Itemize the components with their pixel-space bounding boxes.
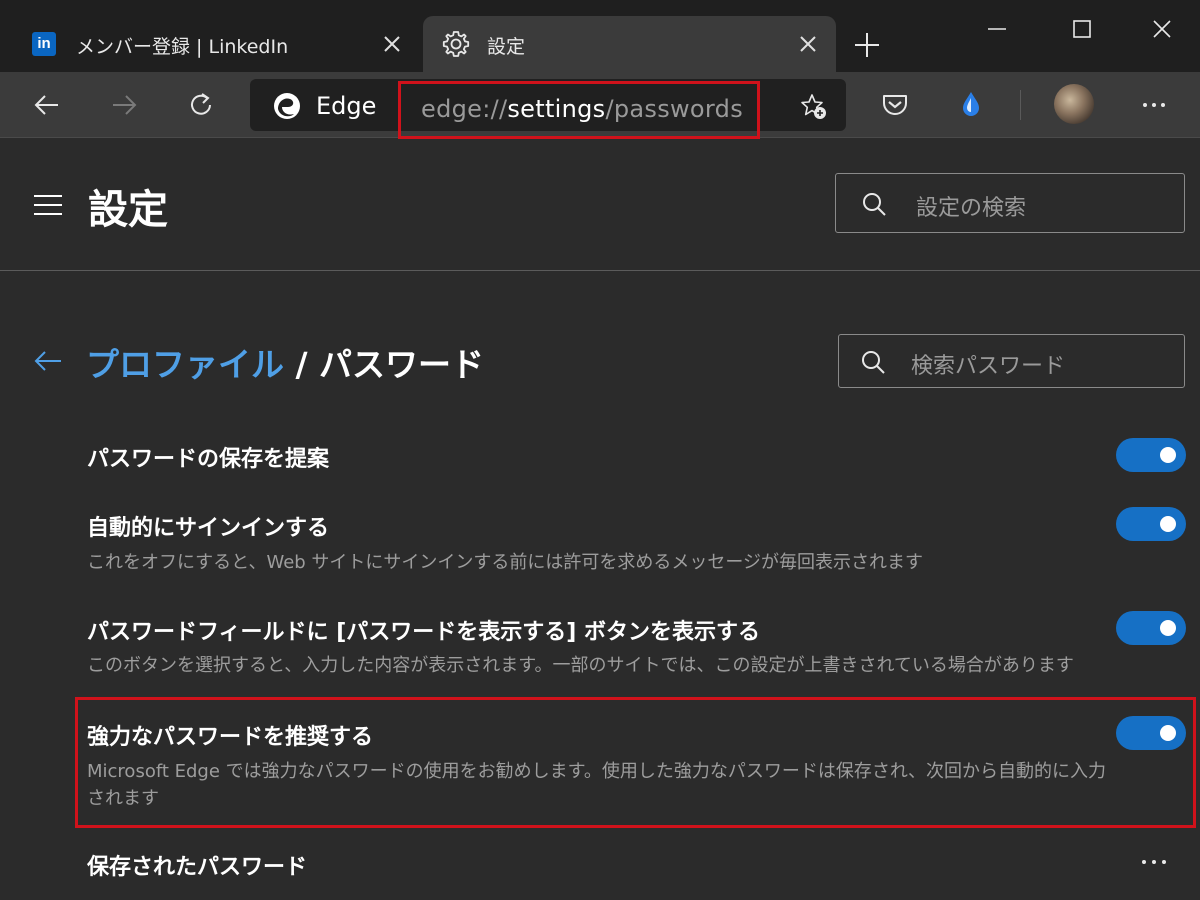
tab-settings[interactable]: 設定	[423, 16, 836, 72]
back-arrow-icon[interactable]	[32, 345, 64, 377]
close-icon[interactable]	[378, 30, 406, 58]
address-bar[interactable]: Edge edge://settings/passwords	[250, 79, 846, 139]
settings-search-input[interactable]: 設定の検索	[835, 173, 1185, 233]
breadcrumb-current: パスワード	[319, 345, 485, 384]
setting-title: パスワードフィールドに [パスワードを表示する] ボタンを表示する	[87, 620, 760, 645]
minimize-icon[interactable]	[980, 12, 1014, 46]
tab-linkedin[interactable]: in メンバー登録 | LinkedIn	[18, 16, 420, 72]
more-options-icon[interactable]	[1138, 852, 1170, 872]
close-window-icon[interactable]	[1145, 12, 1179, 46]
refresh-icon[interactable]	[184, 88, 218, 122]
password-search-input[interactable]: 検索パスワード	[838, 334, 1185, 388]
breadcrumb-separator: /	[284, 345, 320, 384]
linkedin-icon: in	[32, 32, 56, 56]
setting-title: 強力なパスワードを推奨する	[87, 725, 374, 750]
setting-description: されます	[87, 788, 159, 809]
back-icon[interactable]	[30, 88, 64, 122]
setting-title: パスワードの保存を提案	[87, 447, 330, 472]
new-tab-icon[interactable]	[852, 30, 882, 60]
breadcrumb-profile-link[interactable]: プロファイル	[86, 345, 284, 384]
water-drop-icon[interactable]	[954, 88, 988, 122]
edge-logo-icon	[274, 93, 300, 119]
add-favorite-icon[interactable]	[798, 91, 830, 123]
setting-title: 自動的にサインインする	[87, 516, 330, 541]
setting-description: Microsoft Edge では強力なパスワードの使用をお勧めします。使用した…	[87, 761, 1107, 782]
offer-save-passwords-toggle[interactable]	[1116, 438, 1186, 472]
gear-icon	[442, 31, 470, 57]
search-placeholder: 設定の検索	[916, 196, 1027, 221]
breadcrumb: プロファイル / パスワード	[86, 338, 484, 386]
search-placeholder: 検索パスワード	[911, 354, 1066, 379]
reveal-password-button-toggle[interactable]	[1116, 611, 1186, 645]
settings-header: 設定 設定の検索	[0, 139, 1200, 271]
saved-passwords-title: 保存されたパスワード	[87, 855, 308, 880]
maximize-icon[interactable]	[1065, 12, 1099, 46]
search-icon	[863, 193, 886, 216]
search-icon	[862, 351, 885, 374]
url-highlight: edge://settings/passwords	[398, 81, 760, 139]
setting-description: このボタンを選択すると、入力した内容が表示されます。一部のサイトでは、この設定が…	[87, 655, 1074, 676]
close-icon[interactable]	[794, 30, 822, 58]
setting-description: これをオフにすると、Web サイトにサインインする前には許可を求めるメッセージが…	[87, 552, 924, 573]
profile-avatar[interactable]	[1054, 84, 1094, 124]
tab-title: メンバー登録 | LinkedIn	[76, 36, 289, 58]
tab-title: 設定	[487, 36, 526, 58]
auto-signin-toggle[interactable]	[1116, 507, 1186, 541]
menu-icon[interactable]	[34, 195, 62, 215]
url-text[interactable]: edge://settings/passwords	[421, 95, 743, 123]
browser-toolbar: Edge edge://settings/passwords	[0, 72, 1200, 139]
tab-strip: in メンバー登録 | LinkedIn 設定	[0, 0, 1200, 72]
forward-icon[interactable]	[107, 88, 141, 122]
edge-label: Edge	[316, 92, 377, 120]
more-options-icon[interactable]	[1137, 88, 1171, 122]
page-title: 設定	[88, 187, 168, 233]
suggest-strong-passwords-toggle[interactable]	[1116, 716, 1186, 750]
toolbar-separator	[1020, 90, 1021, 120]
pocket-icon[interactable]	[878, 88, 912, 122]
